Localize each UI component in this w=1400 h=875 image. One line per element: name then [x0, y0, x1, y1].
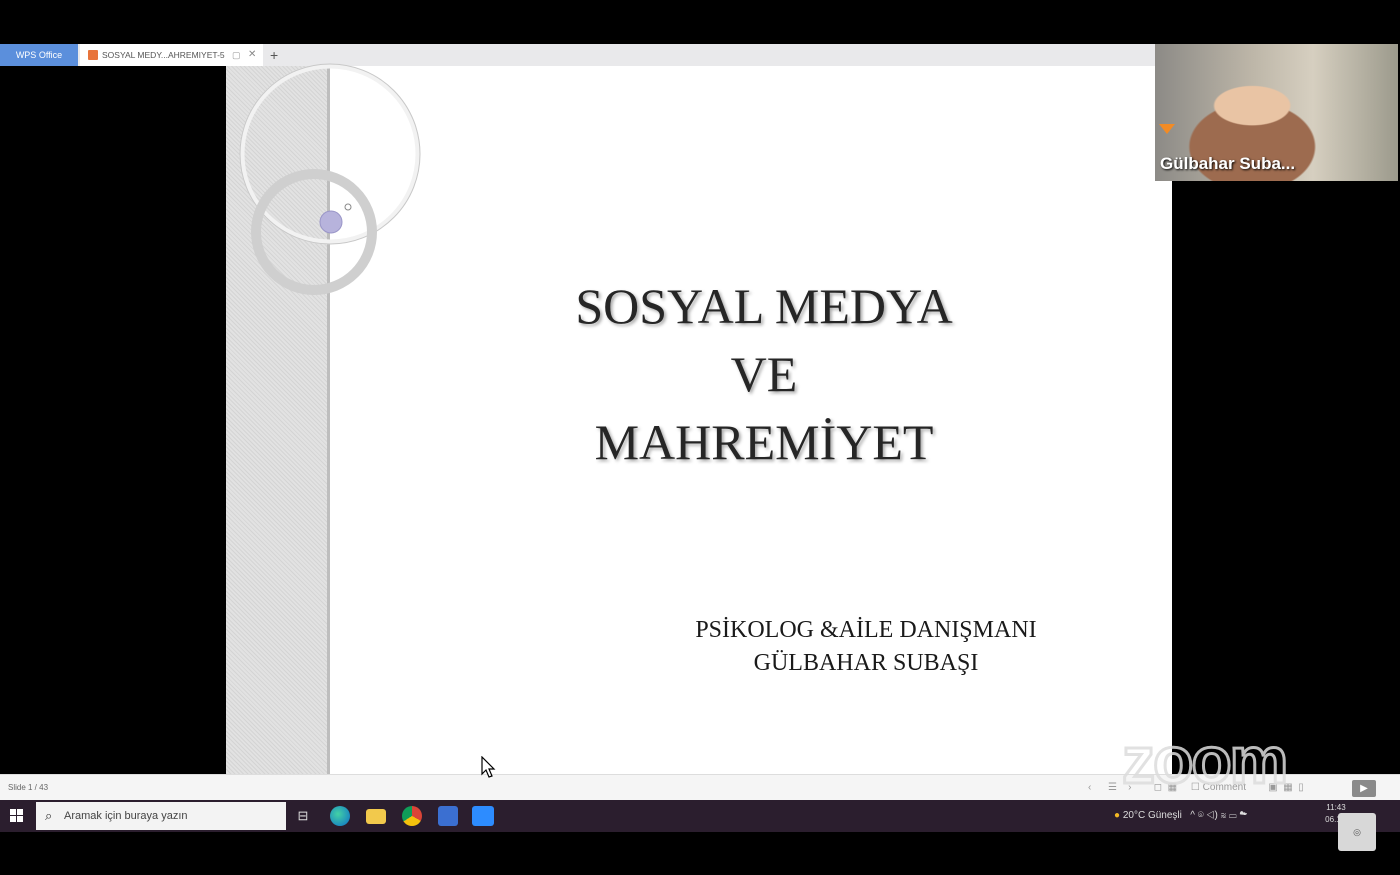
- participant-video-tile[interactable]: Gülbahar Suba...: [1155, 44, 1398, 181]
- cloud-icon[interactable]: ☁: [1239, 810, 1247, 821]
- document-tab-label: SOSYAL MEDY...AHREMIYET-5: [102, 50, 225, 60]
- search-placeholder: Aramak için buraya yazın: [64, 810, 188, 822]
- pin-icon[interactable]: ▢: [232, 44, 241, 66]
- close-icon[interactable]: ✕: [248, 44, 256, 66]
- wps-office-tab[interactable]: WPS Office: [0, 44, 78, 66]
- presenter-role: PSİKOLOG &AİLE DANIŞMANI: [695, 617, 1037, 643]
- wps-tab-bar: WPS Office SOSYAL MEDY...AHREMIYET-5 ▢ ✕…: [0, 44, 1155, 66]
- reading-view-icon[interactable]: ▯: [1298, 782, 1304, 793]
- participant-name: Gülbahar Suba...: [1160, 154, 1296, 173]
- notes-icon[interactable]: ☰: [1108, 782, 1117, 793]
- slide-title: SOSYAL MEDYA VE MAHREMİYET: [330, 272, 1198, 476]
- speaking-indicator-icon: [1159, 124, 1175, 134]
- taskbar-search-input[interactable]: ⌕ Aramak için buraya yazın: [36, 802, 286, 830]
- chrome-icon[interactable]: [402, 806, 422, 826]
- tray-chevron-icon[interactable]: ^: [1190, 810, 1195, 821]
- volume-icon[interactable]: ◁): [1206, 810, 1217, 821]
- wifi-icon[interactable]: ≋: [1221, 810, 1227, 821]
- file-explorer-icon[interactable]: [366, 809, 386, 824]
- edge-browser-icon[interactable]: [330, 806, 350, 826]
- task-view-icon[interactable]: ⊟: [293, 806, 313, 826]
- slide-title-line: MAHREMİYET: [594, 414, 934, 470]
- slide-presenter: PSİKOLOG &AİLE DANIŞMANI GÜLBAHAR SUBAŞI: [640, 614, 1092, 680]
- new-tab-button[interactable]: +: [270, 44, 278, 66]
- presenter-name: GÜLBAHAR SUBAŞI: [753, 650, 979, 676]
- play-slideshow-button[interactable]: ▶: [1352, 780, 1376, 797]
- zoom-app-icon[interactable]: [472, 806, 494, 826]
- wps-app-icon[interactable]: [438, 806, 458, 826]
- sun-icon: ●: [1114, 810, 1121, 821]
- mouse-cursor-icon: [481, 756, 496, 778]
- battery-icon[interactable]: ▭: [1229, 810, 1237, 821]
- windows-start-icon[interactable]: [10, 809, 24, 823]
- document-tab[interactable]: SOSYAL MEDY...AHREMIYET-5 ▢ ✕: [80, 44, 263, 66]
- network-icon[interactable]: ⌾: [1198, 810, 1204, 821]
- system-tray: ● 20°C Güneşli ^ ⌾ ◁) ≋ ▭ ☁: [1114, 800, 1247, 832]
- search-icon: ⌕: [45, 808, 53, 823]
- weather-text[interactable]: 20°C Güneşli: [1123, 810, 1182, 821]
- prev-icon[interactable]: ‹: [1088, 782, 1091, 793]
- zoom-watermark: zoom: [1120, 722, 1289, 799]
- presentation-file-icon: [88, 50, 98, 60]
- channel-logo-icon: ◎: [1338, 813, 1376, 851]
- slide-title-line: SOSYAL MEDYA: [575, 278, 953, 334]
- slide-counter: Slide 1 / 43: [8, 783, 49, 792]
- windows-taskbar: ⌕ Aramak için buraya yazın ⊟ ● 20°C Güne…: [0, 800, 1400, 832]
- slide-title-line: VE: [730, 346, 798, 402]
